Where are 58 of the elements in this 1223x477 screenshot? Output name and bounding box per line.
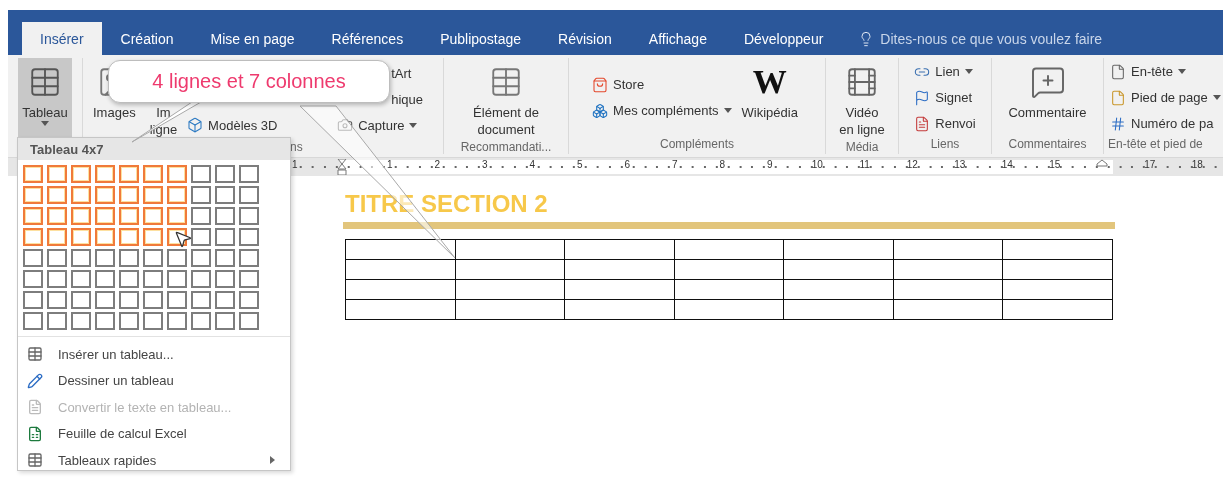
section-heading: TITRE SECTION 2 (345, 190, 549, 218)
group-label: Commentaires (1008, 137, 1087, 153)
ruler-number: 14 (1000, 159, 1014, 172)
ruler-number: 9 (765, 159, 774, 172)
group-label: En-tête et pied de (1108, 137, 1203, 153)
ruler-number: 1 (290, 159, 299, 172)
menu-title: Tableau 4x7 (18, 138, 290, 160)
ruler-number: 17 (1143, 159, 1157, 172)
ruler-number: 5 (575, 159, 584, 172)
ruler-number: 6 (623, 159, 632, 172)
ribbon-button[interactable]: Signet (914, 86, 976, 109)
group-label: ns (290, 140, 303, 154)
ribbon-tab[interactable]: Références (313, 22, 422, 55)
ruler-number: 8 (718, 159, 727, 172)
ribbon-tab[interactable]: Développeur (725, 22, 842, 55)
ruler-number: 18 (1190, 159, 1204, 172)
ribbon-button[interactable]: tArt (391, 62, 423, 84)
ribbon-button[interactable]: Store (592, 73, 732, 96)
ribbon-button[interactable]: Numéro de pa (1110, 112, 1221, 135)
menu-item[interactable]: Insérer un tableau... (18, 341, 290, 368)
ruler-number: 12 (905, 159, 919, 172)
menu-item[interactable]: Dessiner un tableau (18, 367, 290, 394)
ribbon-button[interactable]: Tableau (18, 58, 72, 137)
ruler-number: 2 (433, 159, 442, 172)
ruler-number: 3 (480, 159, 489, 172)
ribbon-button[interactable]: Renvoi (914, 112, 976, 135)
ribbon-button[interactable]: Élément de document (469, 58, 543, 140)
menu-item[interactable]: Feuille de calcul Excel (18, 420, 290, 447)
ribbon-button[interactable]: Modèles 3D (187, 114, 278, 136)
group-label: Compléments (660, 137, 734, 153)
ruler-number: 15 (1048, 159, 1062, 172)
ribbon-tab[interactable]: Révision (540, 22, 630, 55)
group-label: Recommandati... (460, 140, 552, 154)
ribbon-tab[interactable]: Insérer (22, 22, 102, 55)
ribbon-tab[interactable]: Mise en page (192, 22, 313, 55)
ruler-number: 7 (670, 159, 679, 172)
ribbon-button[interactable]: Lien (914, 60, 976, 83)
ribbon-button[interactable]: W Wikipédia (737, 58, 802, 137)
ribbon-button[interactable]: Commentaire (1004, 58, 1091, 137)
ribbon-button[interactable]: Vidéo en ligne (835, 58, 889, 140)
ribbon-tab[interactable]: Publipostage (422, 22, 540, 55)
ribbon-button[interactable]: Mes compléments (592, 99, 732, 122)
wiki-logo: W (752, 62, 787, 102)
menu-item[interactable]: Tableaux rapides (18, 447, 290, 474)
ruler-number: 4 (528, 159, 537, 172)
ribbon-button[interactable]: Pied de page (1110, 86, 1221, 109)
ruler-number: 13 (953, 159, 967, 172)
tell-me-field[interactable]: Dites-nous ce que vous voulez faire (880, 30, 1103, 47)
ribbon-button[interactable]: hique (391, 88, 423, 110)
group-label: Média (845, 140, 879, 154)
ruler-number: 1 (385, 159, 394, 172)
ruler-number: 11 (858, 159, 871, 172)
ribbon-button[interactable]: Capture (337, 114, 423, 136)
ribbon-tab[interactable]: Affichage (630, 22, 725, 55)
ribbon-button[interactable]: En-tête (1110, 60, 1221, 83)
group-label: Liens (930, 137, 960, 153)
ruler-number: 10 (810, 159, 824, 172)
ribbon-tab[interactable]: Création (102, 22, 192, 55)
